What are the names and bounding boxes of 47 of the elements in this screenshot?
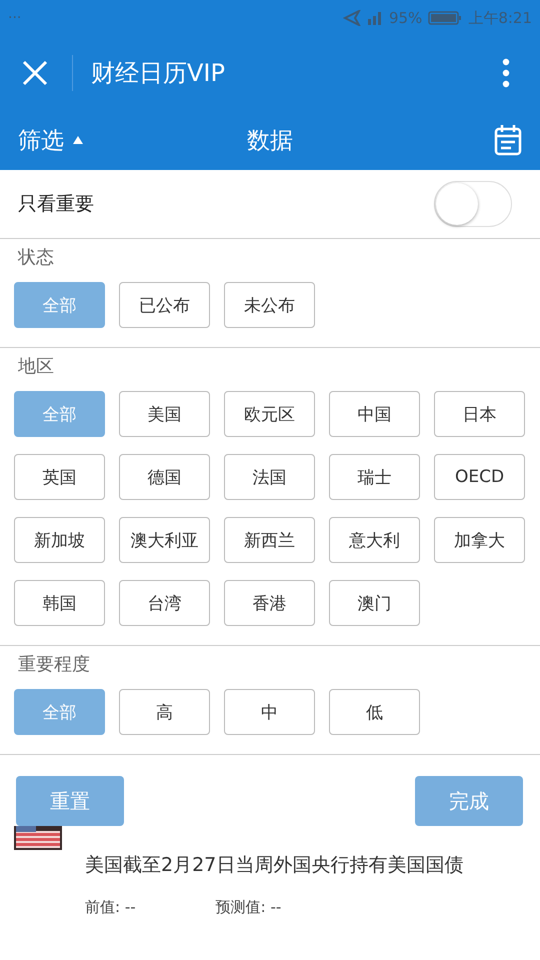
forecast-value: 预测值: -- (216, 898, 282, 917)
flag-icon (14, 826, 62, 850)
option-chip[interactable]: 美国 (119, 391, 210, 437)
calendar-icon (494, 124, 522, 156)
option-chip[interactable]: 已公布 (119, 282, 210, 328)
signal-icon (366, 10, 383, 26)
send-icon (342, 10, 361, 26)
more-icon (502, 58, 510, 88)
option-chip[interactable]: 中 (224, 689, 315, 735)
previous-value: 前值: -- (85, 898, 136, 917)
close-button[interactable] (22, 60, 48, 86)
option-chip[interactable]: 新加坡 (14, 517, 105, 563)
option-chip[interactable]: 香港 (224, 580, 315, 626)
option-chip[interactable]: 高 (119, 689, 210, 735)
status-time: 上午8:21 (468, 8, 532, 28)
section-heading: 地区 (18, 355, 55, 378)
status-dots: ··· (8, 10, 22, 26)
caret-icon (72, 135, 84, 145)
battery-percent: 95% (388, 9, 422, 27)
section-heading: 重要程度 (18, 653, 91, 676)
option-chip[interactable]: 台湾 (119, 580, 210, 626)
option-chip[interactable]: 韩国 (14, 580, 105, 626)
option-chip[interactable]: 英国 (14, 454, 105, 500)
option-chip[interactable]: OECD (434, 454, 525, 500)
page-title: 数据 (247, 126, 293, 156)
section-heading: 状态 (18, 246, 55, 269)
option-chip[interactable]: 未公布 (224, 282, 315, 328)
window-title: 财经日历VIP (91, 58, 226, 89)
option-chip[interactable]: 欧元区 (224, 391, 315, 437)
close-icon (22, 60, 48, 86)
option-chip[interactable]: 澳门 (329, 580, 420, 626)
toggle-label: 只看重要 (18, 192, 94, 217)
option-chip[interactable]: 意大利 (329, 517, 420, 563)
option-chip[interactable]: 中国 (329, 391, 420, 437)
important-toggle[interactable] (434, 181, 512, 227)
event-title: 美国截至2月27日当周外国央行持有美国国债 (85, 853, 464, 878)
option-chip[interactable]: 德国 (119, 454, 210, 500)
option-chip[interactable]: 澳大利亚 (119, 517, 210, 563)
option-chip[interactable]: 日本 (434, 391, 525, 437)
option-chip[interactable]: 法国 (224, 454, 315, 500)
option-chip[interactable]: 新西兰 (224, 517, 315, 563)
filter-dropdown[interactable]: 筛选 (18, 124, 118, 156)
option-chip[interactable]: 低 (329, 689, 420, 735)
more-button[interactable] (502, 58, 510, 88)
option-chip[interactable]: 加拿大 (434, 517, 525, 563)
battery-icon (428, 10, 462, 26)
option-chip[interactable]: 瑞士 (329, 454, 420, 500)
